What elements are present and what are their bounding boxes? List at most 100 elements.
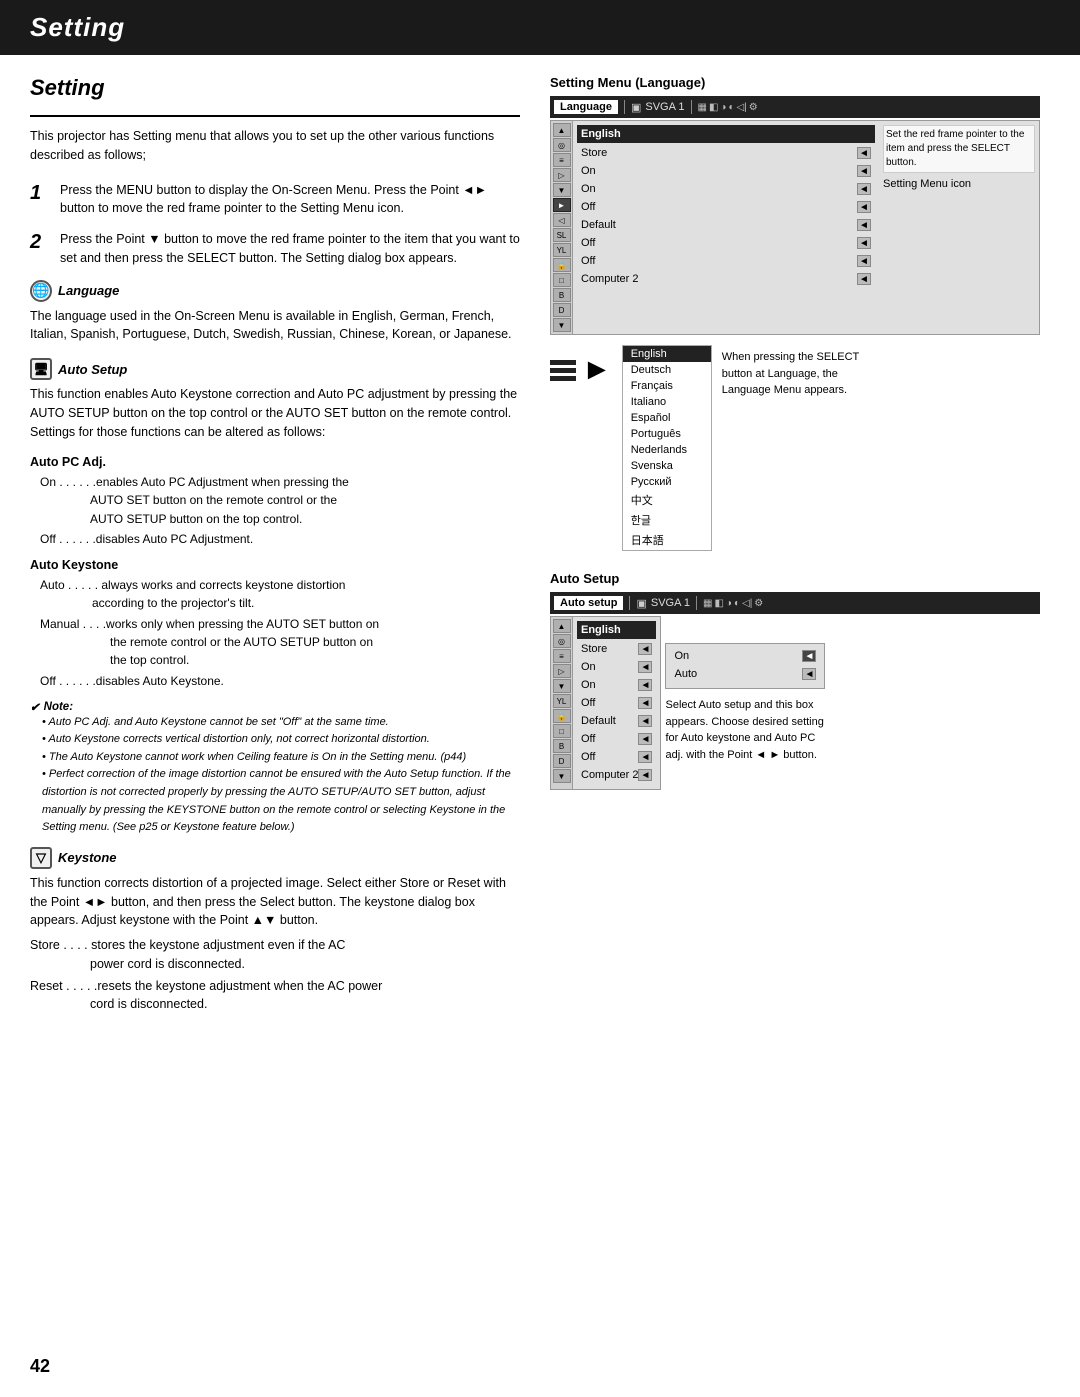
as-store-arrow[interactable]: ◄ (638, 643, 652, 655)
lang-item-japanese[interactable]: 日本語 (623, 530, 711, 550)
step-2-number: 2 (30, 230, 50, 268)
sidebar-btn-d[interactable]: D (553, 303, 571, 317)
as-off2-label: Off (581, 733, 638, 745)
menu-bar-icons-group: ▦ ◧ ◑ ◐ ◁| ⚙ (698, 102, 758, 113)
lang-panel-annotation: Set the red frame pointer to the item an… (879, 121, 1039, 334)
as-sidebar-up[interactable]: ▲ (553, 619, 571, 633)
off3-arrow[interactable]: ◄ (857, 255, 871, 267)
annotation-text: Set the red frame pointer to the item an… (886, 129, 1024, 168)
sidebar-btn-sl[interactable]: SL (553, 228, 571, 242)
auto-setup-signal-icon: ▣ (636, 597, 646, 610)
auto-setup-menu-bar: Auto setup ▣ SVGA 1 ▦ ◧ ◑ ◐ ◁| ⚙ (550, 592, 1040, 614)
as-row-off2: Off ◄ (577, 731, 656, 747)
as-sidebar-dn2[interactable]: ▼ (553, 769, 571, 783)
sidebar-btn-dn2[interactable]: ▼ (553, 318, 571, 332)
as-off1-label: Off (581, 697, 638, 709)
lang-item-english-selected[interactable]: English (623, 346, 711, 362)
sidebar-btn-l[interactable]: ◁ (553, 213, 571, 227)
as-icon-skip: ◁| (742, 598, 752, 609)
as-sidebar-dn[interactable]: ▼ (553, 679, 571, 693)
language-list: English Deutsch Français Italiano Españo… (622, 345, 712, 551)
as-sidebar-circle[interactable]: ◎ (553, 634, 571, 648)
as-icon-d: ◐ (734, 598, 740, 609)
lang-signal-label: SVGA 1 (645, 101, 684, 113)
as-off2-arrow[interactable]: ◄ (638, 733, 652, 745)
lang-item-chinese[interactable]: 中文 (623, 490, 711, 510)
computer2-arrow[interactable]: ◄ (857, 273, 871, 285)
keystone-text: This function corrects distortion of a p… (30, 874, 520, 930)
as-on2-arrow[interactable]: ◄ (638, 679, 652, 691)
as-off1-arrow[interactable]: ◄ (638, 697, 652, 709)
as-sidebar-r[interactable]: ▷ (553, 664, 571, 678)
lang-item-deutsch[interactable]: Deutsch (623, 362, 711, 378)
sidebar-btn-sq[interactable]: □ (553, 273, 571, 287)
lang-arrow-section: ► English Deutsch Français Italiano Espa… (550, 345, 1040, 551)
sidebar-btn-circle[interactable]: ◎ (553, 138, 571, 152)
default-arrow[interactable]: ◄ (857, 219, 871, 231)
keystone-store: Store . . . . stores the keystone adjust… (30, 936, 520, 974)
auto-setup-left-panel: ▲ ◎ ≡ ▷ ▼ YL 🔒 □ B D ▼ (550, 616, 661, 790)
as-default-arrow[interactable]: ◄ (638, 715, 652, 727)
as-sidebar-d[interactable]: D (553, 754, 571, 768)
as-sidebar-lock[interactable]: 🔒 (553, 709, 571, 723)
row-store: Store ◄ (577, 145, 875, 161)
note-item-3: The Auto Keystone cannot work when Ceili… (42, 749, 520, 767)
lang-item-russian[interactable]: Русский (623, 474, 711, 490)
sidebar-btn-r[interactable]: ▷ (553, 168, 571, 182)
store-arrow[interactable]: ◄ (857, 147, 871, 159)
as-sidebar-sq[interactable]: □ (553, 724, 571, 738)
keystone-title-text: Keystone (58, 850, 117, 865)
as-row-on1: On ◄ (577, 659, 656, 675)
auto-setup-title-text: Auto Setup (58, 362, 127, 377)
sidebar-btn-menu[interactable]: ≡ (553, 153, 571, 167)
lang-item-italiano[interactable]: Italiano (623, 394, 711, 410)
sidebar-btn-b[interactable]: B (553, 288, 571, 302)
popup-on-arrow[interactable]: ◄ (802, 650, 816, 662)
as-off3-arrow[interactable]: ◄ (638, 751, 652, 763)
on1-arrow[interactable]: ◄ (857, 165, 871, 177)
sidebar-btn-up[interactable]: ▲ (553, 123, 571, 137)
row-on2: On ◄ (577, 181, 875, 197)
note-item-4: Perfect correction of the image distorti… (42, 766, 520, 836)
big-right-arrow: ► (582, 355, 612, 385)
as-sidebar-yl[interactable]: YL (553, 694, 571, 708)
bar1 (550, 360, 576, 365)
off2-arrow[interactable]: ◄ (857, 237, 871, 249)
bar2 (550, 368, 576, 373)
as-row-default: Default ◄ (577, 713, 656, 729)
as-icon-adjust: ◑ (726, 598, 732, 609)
step-2-text: Press the Point ▼ button to move the red… (60, 230, 520, 268)
sep3 (629, 596, 630, 610)
as-english-label: English (581, 624, 621, 636)
as-computer2-arrow[interactable]: ◄ (638, 769, 652, 781)
as-on1-arrow[interactable]: ◄ (638, 661, 652, 673)
row-computer2-label: Computer 2 (581, 273, 857, 285)
lang-item-nederlands[interactable]: Nederlands (623, 442, 711, 458)
menu-bar-icon-signal: ▣ (631, 101, 641, 114)
sidebar-btn-lock[interactable]: 🔒 (553, 258, 571, 272)
as-sidebar-b[interactable]: B (553, 739, 571, 753)
auto-setup-panel-title: Auto Setup (550, 571, 1040, 586)
sidebar-btn-down-arr[interactable]: ▼ (553, 183, 571, 197)
lang-item-svenska[interactable]: Svenska (623, 458, 711, 474)
auto-setup-sidebar: ▲ ◎ ≡ ▷ ▼ YL 🔒 □ B D ▼ (551, 617, 573, 789)
as-on1-label: On (581, 661, 638, 673)
step-1-text: Press the MENU button to display the On-… (60, 181, 520, 219)
step-2: 2 Press the Point ▼ button to move the r… (30, 230, 520, 268)
sidebar-btn-yl[interactable]: YL (553, 243, 571, 257)
auto-keystone-off: Off . . . . . .disables Auto Keystone. (40, 672, 520, 690)
off1-arrow[interactable]: ◄ (857, 201, 871, 213)
row-on1-label: On (581, 165, 857, 177)
sidebar-btn-red[interactable]: ► (553, 198, 571, 212)
as-icon-gear: ⚙ (754, 598, 763, 609)
lang-item-francais[interactable]: Français (623, 378, 711, 394)
auto-setup-menu-tab: Auto setup (554, 596, 623, 610)
page-number: 42 (30, 1356, 50, 1377)
lang-item-portugues[interactable]: Português (623, 426, 711, 442)
when-press-note: When pressing the SELECT button at Langu… (722, 345, 882, 399)
popup-auto-arrow[interactable]: ◄ (802, 668, 816, 680)
lang-item-korean[interactable]: 한글 (623, 510, 711, 530)
as-sidebar-menu[interactable]: ≡ (553, 649, 571, 663)
lang-item-espanol[interactable]: Español (623, 410, 711, 426)
on2-arrow[interactable]: ◄ (857, 183, 871, 195)
